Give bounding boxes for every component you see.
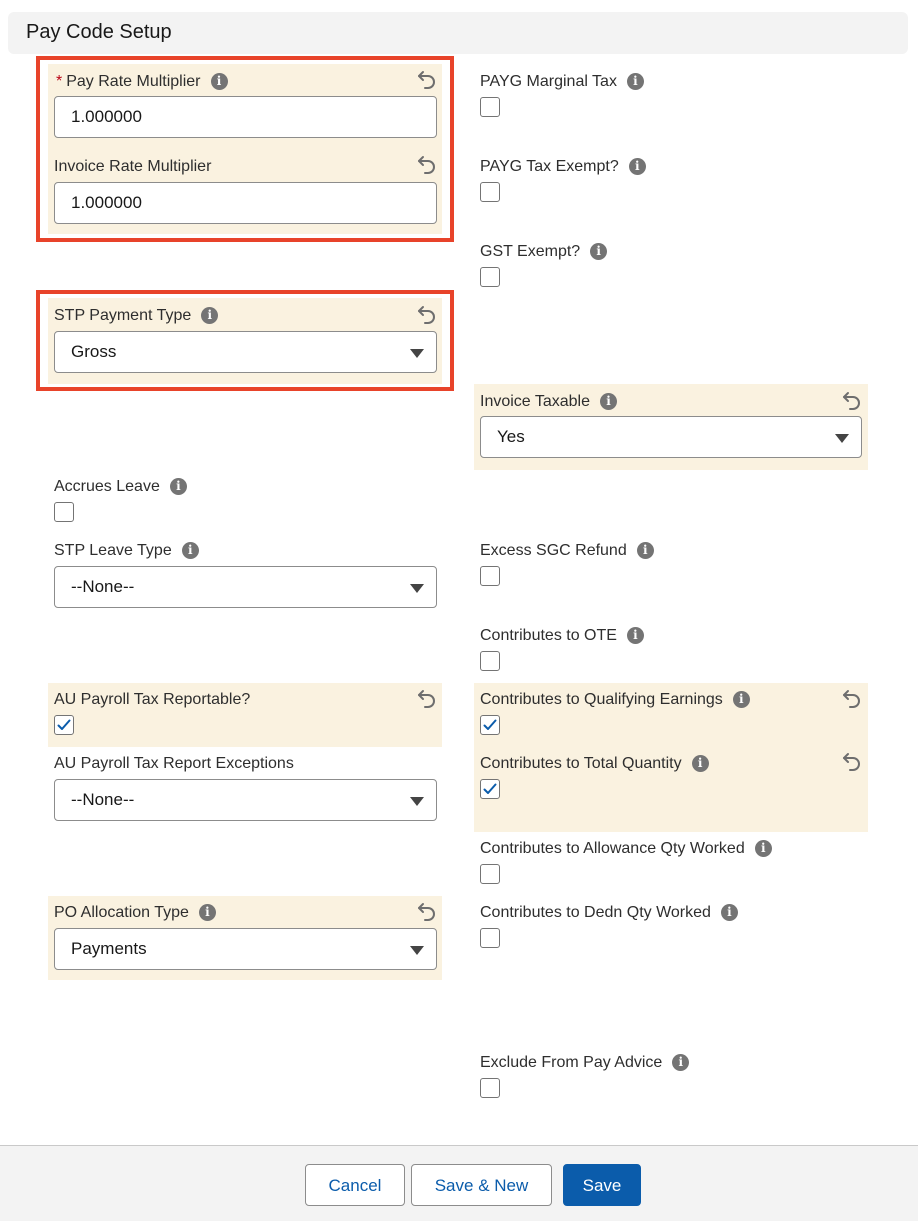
- stp-leave-type-select[interactable]: --None--: [54, 566, 437, 608]
- po-allocation-type-select[interactable]: Payments: [54, 928, 437, 970]
- contributes-to-ote-label: Contributes to OTE i: [480, 627, 644, 645]
- payg-marginal-tax-label: PAYG Marginal Tax i: [480, 73, 644, 91]
- au-payroll-tax-report-exceptions-select[interactable]: --None--: [54, 779, 437, 821]
- undo-icon[interactable]: [841, 750, 863, 772]
- contributes-to-dedn-qty-worked-checkbox[interactable]: [480, 928, 500, 948]
- info-icon[interactable]: i: [732, 691, 750, 708]
- info-icon[interactable]: i: [169, 478, 187, 495]
- gst-exempt-checkbox[interactable]: [480, 267, 500, 287]
- cancel-button[interactable]: Cancel: [305, 1164, 405, 1206]
- undo-icon[interactable]: [416, 687, 438, 709]
- save-and-new-button[interactable]: Save & New: [411, 1164, 552, 1206]
- exclude-from-pay-advice-checkbox[interactable]: [480, 1078, 500, 1098]
- info-icon[interactable]: i: [628, 158, 646, 175]
- undo-icon[interactable]: [841, 389, 863, 411]
- undo-icon[interactable]: [416, 303, 438, 325]
- invoice-rate-multiplier-input[interactable]: 1.000000: [54, 182, 437, 224]
- info-icon[interactable]: i: [691, 755, 709, 772]
- check-icon: [483, 783, 497, 794]
- contributes-to-ote-checkbox[interactable]: [480, 651, 500, 671]
- page-header: Pay Code Setup: [8, 12, 908, 54]
- check-icon: [57, 719, 71, 730]
- pay-rate-multiplier-label: * Pay Rate Multiplier i: [56, 73, 228, 91]
- stp-payment-type-select[interactable]: Gross: [54, 331, 437, 373]
- info-icon[interactable]: i: [210, 73, 228, 90]
- info-icon[interactable]: i: [720, 904, 738, 921]
- info-icon[interactable]: i: [672, 1054, 690, 1071]
- excess-sgc-refund-checkbox[interactable]: [480, 566, 500, 586]
- contributes-to-qualifying-earnings-label: Contributes to Qualifying Earnings i: [480, 691, 750, 709]
- invoice-rate-multiplier-label: Invoice Rate Multiplier: [54, 158, 212, 175]
- chevron-down-icon: [410, 797, 424, 806]
- chevron-down-icon: [835, 434, 849, 443]
- info-icon[interactable]: i: [626, 627, 644, 644]
- contributes-to-total-quantity-label: Contributes to Total Quantity i: [480, 755, 709, 773]
- gst-exempt-label: GST Exempt? i: [480, 243, 608, 261]
- undo-icon[interactable]: [841, 687, 863, 709]
- contributes-to-allowance-qty-worked-label: Contributes to Allowance Qty Worked i: [480, 840, 772, 858]
- info-icon[interactable]: i: [198, 904, 216, 921]
- au-payroll-tax-reportable-checkbox[interactable]: [54, 715, 74, 735]
- au-payroll-tax-reportable-label: AU Payroll Tax Reportable?: [54, 691, 251, 708]
- check-icon: [483, 719, 497, 730]
- exclude-from-pay-advice-label: Exclude From Pay Advice i: [480, 1054, 690, 1072]
- info-icon[interactable]: i: [626, 73, 644, 90]
- undo-icon[interactable]: [416, 68, 438, 90]
- po-allocation-type-label: PO Allocation Type i: [54, 904, 216, 922]
- required-marker: *: [56, 73, 63, 90]
- stp-leave-type-label: STP Leave Type i: [54, 542, 199, 560]
- info-icon[interactable]: i: [636, 542, 654, 559]
- accrues-leave-checkbox[interactable]: [54, 502, 74, 522]
- accrues-leave-label: Accrues Leave i: [54, 478, 187, 496]
- payg-tax-exempt-checkbox[interactable]: [480, 182, 500, 202]
- info-icon[interactable]: i: [590, 243, 608, 260]
- stp-payment-type-label: STP Payment Type i: [54, 307, 219, 325]
- undo-icon[interactable]: [416, 900, 438, 922]
- info-icon[interactable]: i: [201, 307, 219, 324]
- contributes-to-total-quantity-checkbox[interactable]: [480, 779, 500, 799]
- invoice-taxable-label: Invoice Taxable i: [480, 393, 617, 411]
- payg-tax-exempt-label: PAYG Tax Exempt? i: [480, 158, 646, 176]
- contributes-to-dedn-qty-worked-label: Contributes to Dedn Qty Worked i: [480, 904, 738, 922]
- contributes-to-qualifying-earnings-checkbox[interactable]: [480, 715, 500, 735]
- undo-icon[interactable]: [416, 153, 438, 175]
- pay-rate-multiplier-input[interactable]: 1.000000: [54, 96, 437, 138]
- payg-marginal-tax-checkbox[interactable]: [480, 97, 500, 117]
- excess-sgc-refund-label: Excess SGC Refund i: [480, 542, 654, 560]
- invoice-taxable-select[interactable]: Yes: [480, 416, 862, 458]
- contributes-to-allowance-qty-worked-checkbox[interactable]: [480, 864, 500, 884]
- form-footer: Cancel Save & New Save: [0, 1145, 918, 1221]
- info-icon[interactable]: i: [754, 840, 772, 857]
- au-payroll-tax-report-exceptions-label: AU Payroll Tax Report Exceptions: [54, 755, 294, 772]
- chevron-down-icon: [410, 349, 424, 358]
- chevron-down-icon: [410, 584, 424, 593]
- page-title: Pay Code Setup: [26, 21, 172, 43]
- save-button[interactable]: Save: [563, 1164, 641, 1206]
- info-icon[interactable]: i: [181, 542, 199, 559]
- info-icon[interactable]: i: [600, 393, 617, 410]
- chevron-down-icon: [410, 946, 424, 955]
